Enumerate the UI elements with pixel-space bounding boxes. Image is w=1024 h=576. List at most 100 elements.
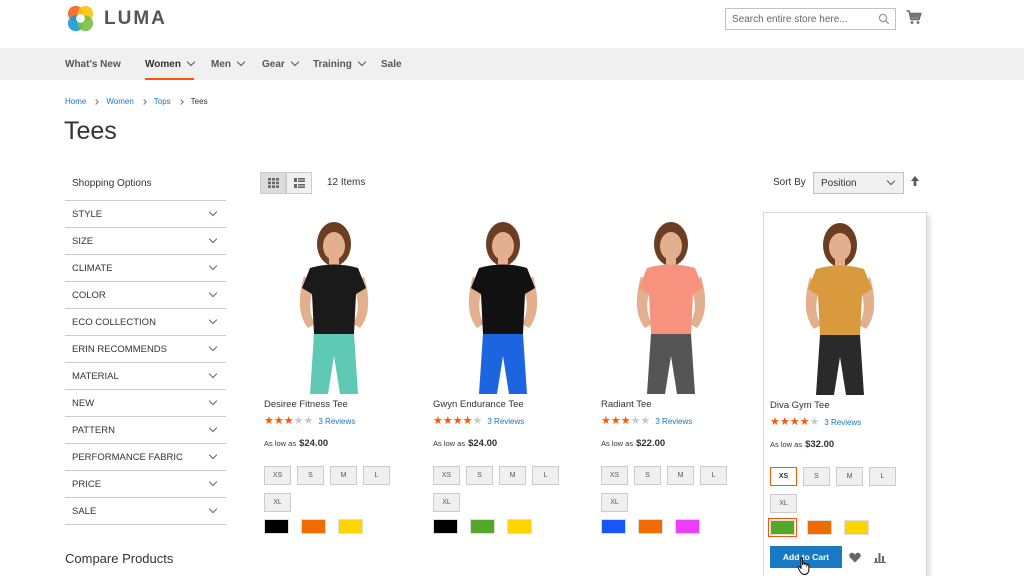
product-image[interactable] [443,216,563,396]
nav-item-women[interactable]: Women [145,48,196,80]
product-name[interactable]: Radiant Tee [601,399,652,410]
size-option-l[interactable]: L [532,466,559,485]
search-box[interactable] [725,8,896,30]
filter-label: ECO COLLECTION [72,316,156,328]
color-swatch[interactable] [433,519,458,534]
filter-climate[interactable]: CLIMATE [65,255,226,282]
product-card[interactable]: Radiant Tee ★ ★ ★ ★ ★ 3 Reviews As low as $22.00… [595,212,759,576]
size-option-xl[interactable]: XL [433,493,460,512]
price-amount: $22.00 [636,438,666,449]
filter-erin-recommends[interactable]: ERIN RECOMMENDS [65,336,226,363]
size-option-l[interactable]: L [363,466,390,485]
list-view-button[interactable] [286,172,312,194]
color-swatch[interactable] [338,519,363,534]
size-option-xl[interactable]: XL [601,493,628,512]
product-name[interactable]: Diva Gym Tee [770,400,829,411]
size-option-s[interactable]: S [803,467,830,486]
size-option-xl[interactable]: XL [264,493,291,512]
filter-label: ERIN RECOMMENDS [72,343,168,355]
compare-icon[interactable] [874,552,886,563]
heart-icon[interactable] [849,552,861,563]
filter-size[interactable]: SIZE [65,228,226,255]
size-option-l[interactable]: L [869,467,896,486]
size-option-xl[interactable]: XL [770,494,797,513]
reviews-link[interactable]: 3 Reviews [655,417,692,426]
size-option-s[interactable]: S [466,466,493,485]
search-icon[interactable] [878,13,890,25]
reviews-link[interactable]: 3 Reviews [487,417,524,426]
breadcrumb-home[interactable]: Home [65,97,86,106]
chevron-right-icon [93,98,100,105]
product-image[interactable] [274,216,394,396]
product-name[interactable]: Gwyn Endurance Tee [433,399,524,410]
size-option-m[interactable]: M [836,467,863,486]
reviews-link[interactable]: 3 Reviews [318,417,355,426]
size-option-m[interactable]: M [499,466,526,485]
logo[interactable]: LUMA [65,3,167,34]
star-icon: ★ [640,415,651,427]
product-image[interactable] [611,216,731,396]
reviews-link[interactable]: 3 Reviews [824,418,861,427]
chevron-down-icon [208,504,218,514]
nav-label: Men [211,58,231,70]
color-swatch[interactable] [470,519,495,534]
product-card[interactable]: Diva Gym Tee ★ ★ ★ ★ ★ 3 Reviews As low as $32.0… [763,212,927,576]
product-name[interactable]: Desiree Fitness Tee [264,399,348,410]
color-swatch[interactable] [807,520,832,535]
nav-item-men[interactable]: Men [211,48,246,80]
filter-sale[interactable]: SALE [65,498,226,525]
breadcrumb-tees: Tees [190,97,208,106]
product-image[interactable] [780,217,900,397]
logo-text: LUMA [104,7,167,29]
size-option-xs[interactable]: XS [264,466,291,485]
size-options: XS S M L XL [433,466,573,512]
size-option-xs[interactable]: XS [601,466,628,485]
color-swatch[interactable] [507,519,532,534]
filter-material[interactable]: MATERIAL [65,363,226,390]
filter-label: SALE [72,505,97,517]
size-option-m[interactable]: M [330,466,357,485]
sort-select[interactable]: Position [813,172,904,194]
color-swatch[interactable] [844,520,869,535]
filter-new[interactable]: NEW [65,390,226,417]
product-price: As low as $22.00 [601,438,665,449]
breadcrumb-tops[interactable]: Tops [154,97,171,106]
filter-style[interactable]: STYLE [65,201,226,228]
product-card[interactable]: Desiree Fitness Tee ★ ★ ★ ★ ★ 3 Reviews As low … [258,212,422,576]
page-title: Tees [64,117,117,145]
filter-performance-fabric[interactable]: PERFORMANCE FABRIC [65,444,226,471]
nav-item-sale[interactable]: Sale [381,48,402,80]
filter-price[interactable]: PRICE [65,471,226,498]
size-option-s[interactable]: S [634,466,661,485]
size-option-l[interactable]: L [700,466,727,485]
filter-color[interactable]: COLOR [65,282,226,309]
breadcrumb-women[interactable]: Women [106,97,133,106]
color-swatch[interactable] [264,519,289,534]
filter-pattern[interactable]: PATTERN [65,417,226,444]
nav-item-training[interactable]: Training [313,48,367,80]
product-card[interactable]: Gwyn Endurance Tee ★ ★ ★ ★ ★ 3 Reviews As low a… [427,212,591,576]
color-swatch[interactable] [638,519,663,534]
filter-eco-collection[interactable]: ECO COLLECTION [65,309,226,336]
filter-label: STYLE [72,208,103,220]
rating-stars: ★ ★ ★ ★ ★ [770,417,819,428]
color-swatch[interactable] [301,519,326,534]
size-option-s[interactable]: S [297,466,324,485]
size-option-m[interactable]: M [667,466,694,485]
color-swatch[interactable] [601,519,626,534]
size-option-xs[interactable]: XS [770,467,797,486]
chevron-down-icon [236,57,246,67]
rating-stars: ★ ★ ★ ★ ★ [264,416,313,427]
size-option-xs[interactable]: XS [433,466,460,485]
chevron-down-icon [186,57,196,67]
cart-icon[interactable] [906,10,922,25]
nav-item-whats-new[interactable]: What's New [65,48,121,80]
chevron-down-icon [208,396,218,406]
color-swatch[interactable] [675,519,700,534]
color-swatch[interactable] [768,518,797,537]
header: LUMA [0,0,1024,48]
search-input[interactable] [732,13,872,25]
nav-item-gear[interactable]: Gear [262,48,300,80]
grid-view-button[interactable] [260,172,286,194]
sort-direction-arrow-icon[interactable] [910,175,920,187]
